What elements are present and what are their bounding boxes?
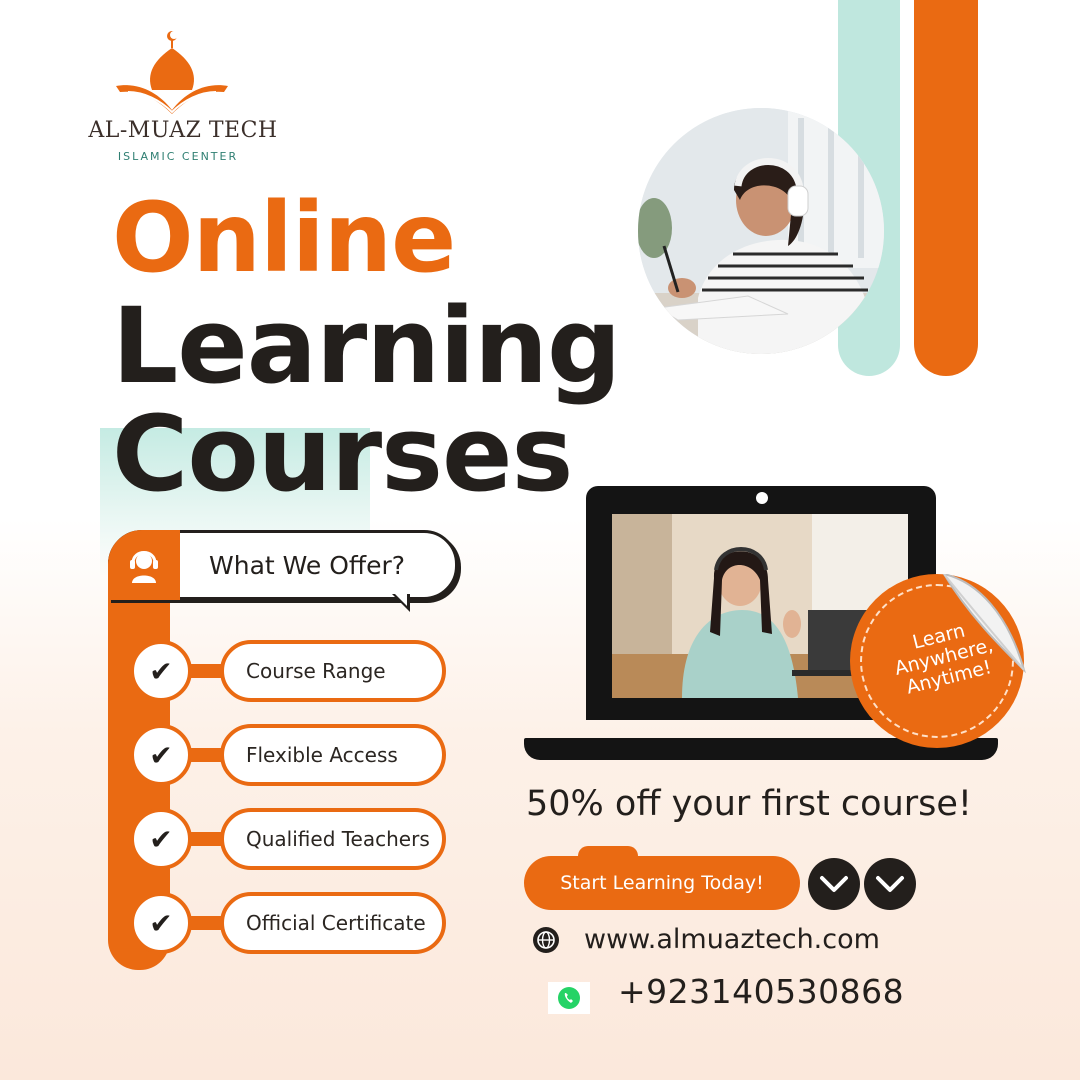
check-icon: ✔	[130, 724, 192, 786]
offer-item-label: Official Certificate	[220, 892, 446, 954]
laptop-camera	[756, 492, 768, 504]
offer-item: ✔ Flexible Access	[130, 724, 448, 786]
website-link[interactable]: www.almuaztech.com	[584, 924, 880, 955]
brand-subtitle: ISLAMIC CENTER	[117, 150, 239, 163]
brand-name: AL-MUAZ TECH	[88, 118, 278, 143]
offer-item-label: Flexible Access	[220, 724, 446, 786]
mosque-book-icon	[116, 31, 228, 114]
check-icon: ✔	[130, 892, 192, 954]
offer-header: What We Offer?	[108, 530, 458, 600]
promo-text: 50% off your first course!	[526, 784, 972, 824]
brand-logo: AL-MUAZ TECH ISLAMIC CENTER	[88, 30, 278, 170]
offer-item: ✔ Official Certificate	[130, 892, 448, 954]
offer-item-label: Qualified Teachers	[220, 808, 446, 870]
offer-item: ✔ Course Range	[130, 640, 448, 702]
whatsapp-icon	[548, 982, 590, 1014]
speech-bubble-tail-fill	[395, 594, 407, 606]
phone-link[interactable]: +923140530868	[618, 972, 904, 1011]
check-icon: ✔	[130, 640, 192, 702]
chevron-down-icon	[864, 858, 916, 910]
check-icon: ✔	[130, 808, 192, 870]
page-curl-icon	[942, 574, 1027, 674]
headline-line-1: Online	[112, 182, 456, 294]
headline: Online Learning Courses	[112, 182, 621, 515]
start-learning-button[interactable]: Start Learning Today!	[524, 856, 800, 910]
offer-title: What We Offer?	[209, 551, 406, 580]
student-photo	[638, 108, 884, 354]
chevron-down-icon	[808, 858, 860, 910]
offer-item-label: Course Range	[220, 640, 446, 702]
headline-line-2: Learning	[112, 285, 621, 407]
support-agent-icon	[108, 530, 180, 600]
headline-line-3: Courses	[112, 393, 573, 515]
globe-icon	[532, 926, 560, 958]
orange-stripe	[914, 0, 978, 376]
offer-item: ✔ Qualified Teachers	[130, 808, 448, 870]
